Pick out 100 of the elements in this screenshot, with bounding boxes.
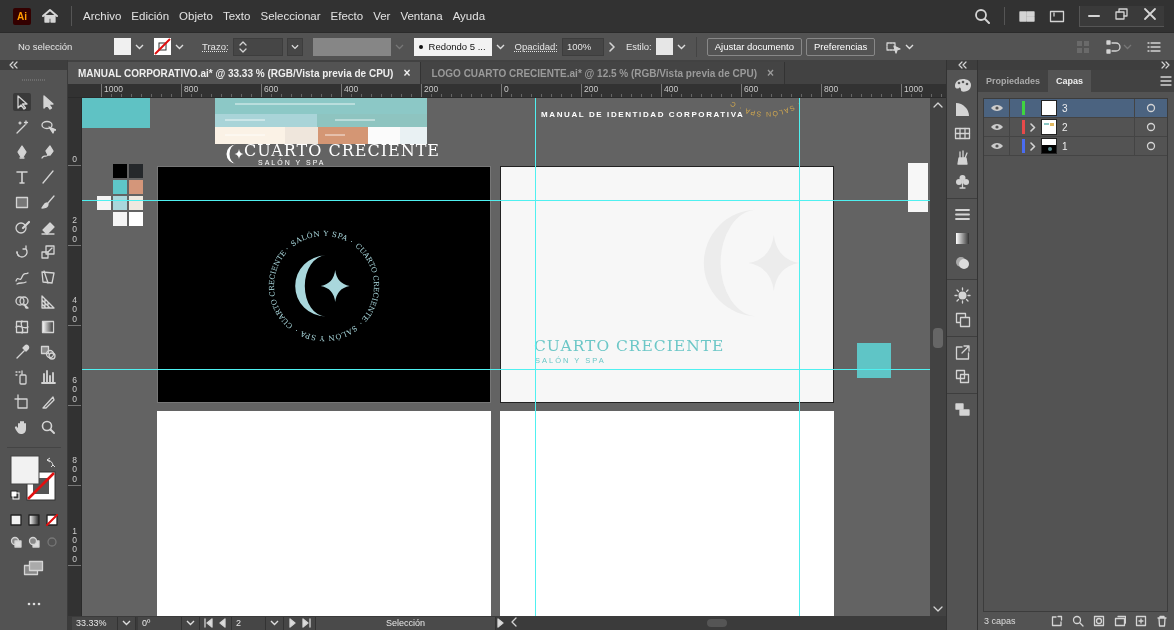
scroll-up-icon[interactable]: [933, 102, 943, 108]
layer-row[interactable]: 2: [984, 118, 1167, 137]
toolbar-button[interactable]: Preferencias: [806, 37, 876, 56]
rectangle-tool-icon[interactable]: [13, 194, 30, 210]
export-icon[interactable]: [953, 344, 971, 361]
gradient-mode-icon[interactable]: [27, 514, 40, 526]
brush-dropdown[interactable]: Redondo 5 ...: [413, 37, 492, 56]
chevron-right-icon[interactable]: [1028, 122, 1038, 132]
chevron-down-icon[interactable]: [495, 43, 505, 50]
opacity-label[interactable]: Opacidad:: [514, 41, 558, 52]
close-icon[interactable]: [1142, 5, 1158, 22]
new-layer-icon[interactable]: [1135, 615, 1147, 627]
club-icon[interactable]: [953, 173, 971, 190]
artboard-tool-icon[interactable]: [13, 394, 30, 410]
eye-icon[interactable]: [989, 142, 1004, 150]
chevron-down-icon[interactable]: [186, 620, 195, 626]
menu-item[interactable]: Archivo: [78, 10, 127, 22]
scroll-left-icon[interactable]: [511, 617, 517, 627]
curvature-pen-icon[interactable]: [39, 144, 56, 160]
menu-item[interactable]: Ayuda: [447, 10, 491, 22]
shape-builder-icon[interactable]: [13, 294, 30, 310]
layer-row[interactable]: 1: [984, 137, 1167, 156]
restore-icon[interactable]: [1114, 5, 1130, 22]
workspace-icon[interactable]: [1019, 8, 1035, 24]
first-artboard-icon[interactable]: [204, 618, 213, 628]
rotate-icon[interactable]: [13, 244, 30, 260]
stroke-icon[interactable]: [953, 206, 971, 223]
mesh-icon[interactable]: [13, 319, 30, 335]
draw-behind-icon[interactable]: [27, 536, 40, 548]
chevron-down-icon[interactable]: [290, 43, 299, 50]
menu-item[interactable]: Edición: [126, 10, 175, 22]
style-swatch[interactable]: [655, 38, 673, 55]
chevron-down-icon[interactable]: [676, 43, 686, 50]
color-guide-icon[interactable]: [953, 101, 971, 118]
chevron-down-icon[interactable]: [175, 43, 184, 50]
collapse-icon[interactable]: [9, 61, 18, 69]
delete-icon[interactable]: [1156, 615, 1168, 627]
clipping-mask-icon[interactable]: [1093, 615, 1105, 627]
expand-icon[interactable]: [1161, 61, 1170, 69]
perspective-grid-icon[interactable]: [39, 294, 56, 310]
chevron-down-icon[interactable]: [270, 620, 279, 626]
draw-normal-icon[interactable]: [9, 536, 22, 548]
eye-icon[interactable]: [989, 104, 1004, 112]
menu-item[interactable]: Ver: [368, 10, 396, 22]
rotation-field[interactable]: 0º: [138, 616, 182, 630]
next-artboard-icon[interactable]: [288, 618, 297, 628]
window-layout-icon[interactable]: [1049, 8, 1065, 24]
close-tab-button[interactable]: ×: [403, 66, 411, 80]
appearance-icon[interactable]: [953, 287, 971, 304]
graphic-styles-icon[interactable]: [953, 311, 971, 328]
panel-tab[interactable]: Capas: [1048, 70, 1092, 92]
more-icon[interactable]: [26, 602, 41, 606]
fill-stroke-widget[interactable]: [8, 454, 59, 504]
export-layer-icon[interactable]: [1051, 615, 1063, 627]
stroke-swatch[interactable]: [154, 38, 171, 55]
search-icon[interactable]: [1072, 615, 1084, 627]
variable-width-field[interactable]: [312, 37, 391, 56]
gradient-tool-icon[interactable]: [39, 319, 56, 335]
pathfinder-icon[interactable]: [953, 368, 971, 385]
last-artboard-icon[interactable]: [302, 618, 311, 628]
align-panel-icon[interactable]: [953, 401, 971, 418]
paintbrush-icon[interactable]: [39, 194, 56, 210]
bar-graph-icon[interactable]: [39, 369, 56, 385]
transparency-icon[interactable]: [953, 254, 971, 271]
zoom-field[interactable]: 33.33%: [72, 616, 118, 630]
eye-icon[interactable]: [989, 123, 1004, 131]
palette-icon[interactable]: [953, 77, 971, 94]
toolbar-button[interactable]: Ajustar documento: [706, 37, 802, 56]
current-tool[interactable]: Selección: [386, 618, 425, 628]
previous-artboard-icon[interactable]: [218, 618, 227, 628]
scroll-down-icon[interactable]: [933, 606, 943, 612]
artboard-field[interactable]: 2: [232, 616, 266, 630]
panel-tab[interactable]: Propiedades: [978, 70, 1049, 92]
search-icon[interactable]: [974, 8, 990, 24]
fill-swatch[interactable]: [114, 38, 131, 55]
chevron-down-icon[interactable]: [905, 43, 915, 50]
menu-icon[interactable]: [1160, 75, 1172, 87]
stepper-icon[interactable]: [237, 39, 248, 54]
align-icon[interactable]: [1105, 38, 1121, 55]
document-tab[interactable]: MANUAL CORPORATIVO.ai* @ 33.33 % (RGB/Vista previa de CPU) ×: [68, 62, 422, 84]
type-tool-icon[interactable]: [13, 169, 30, 185]
app-logo[interactable]: Ai: [13, 7, 31, 25]
none-mode-icon[interactable]: [45, 514, 58, 526]
gradient-icon[interactable]: [953, 230, 971, 247]
new-sublayer-icon[interactable]: [1114, 615, 1126, 627]
scrollbar-thumb[interactable]: [933, 328, 943, 348]
blend-icon[interactable]: [39, 344, 56, 360]
zoom-icon[interactable]: [39, 419, 56, 435]
swatches-icon[interactable]: [953, 125, 971, 142]
menu-item[interactable]: Objeto: [174, 10, 218, 22]
menu-item[interactable]: Efecto: [325, 10, 369, 22]
screen-mode-icon[interactable]: [23, 560, 44, 576]
menu-item[interactable]: Texto: [217, 10, 256, 22]
menu-item[interactable]: Ventana: [395, 10, 448, 22]
chevron-right-icon[interactable]: [1028, 141, 1038, 151]
scrollbar-thumb[interactable]: [707, 619, 727, 627]
symbol-sprayer-icon[interactable]: [13, 369, 30, 385]
chevron-down-icon[interactable]: [122, 620, 131, 626]
opacity-field[interactable]: 100%: [561, 37, 604, 56]
collapse-icon[interactable]: [957, 61, 967, 69]
